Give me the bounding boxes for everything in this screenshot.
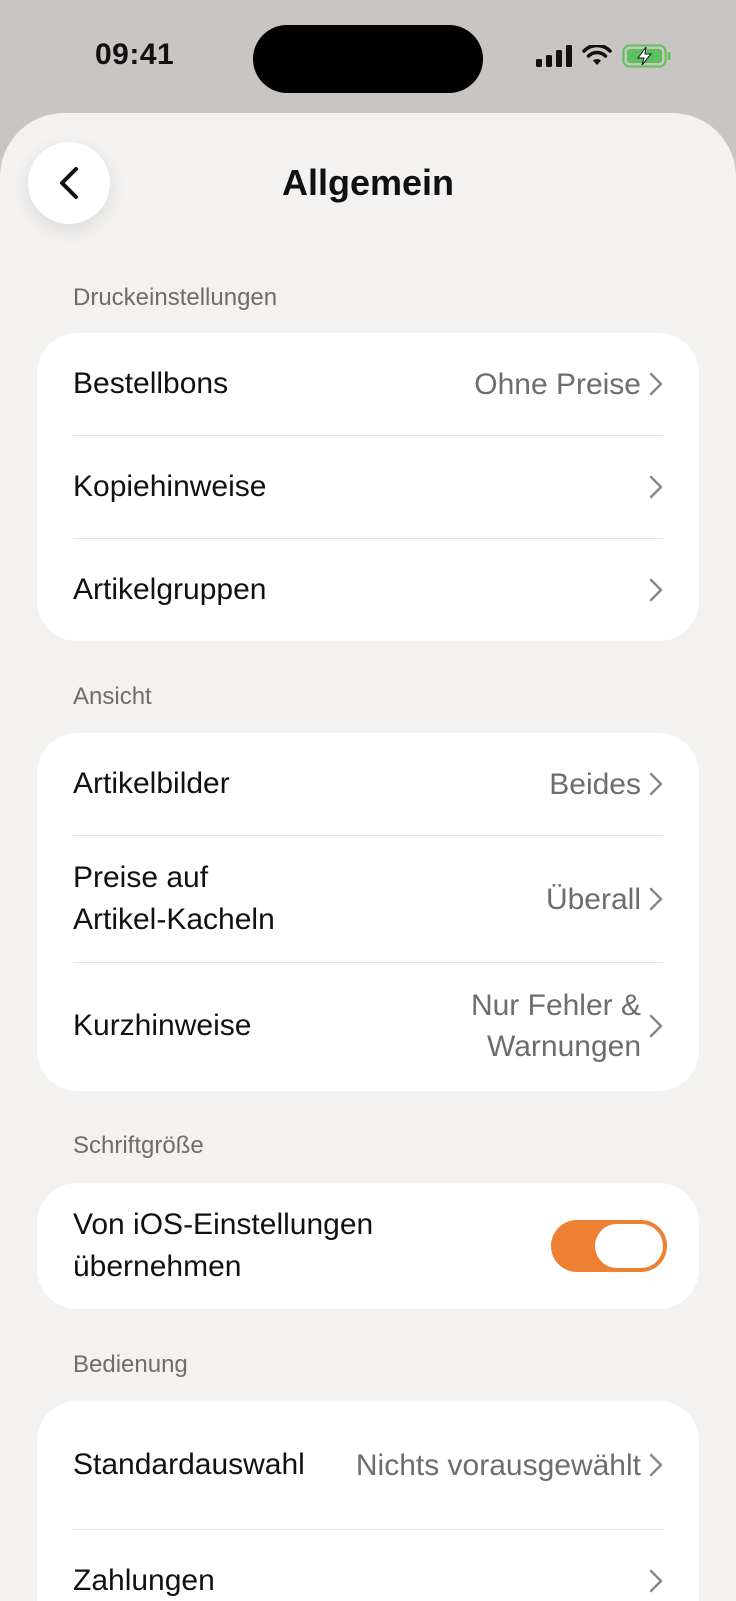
view-settings-card: Artikelbilder Beides Preise auf Artikel-… bbox=[37, 733, 699, 1091]
chevron-right-icon bbox=[649, 1569, 663, 1593]
row-label: Preise auf Artikel-Kacheln bbox=[73, 857, 275, 941]
row-value: Überall bbox=[545, 882, 641, 916]
row-label: Kopiehinweise bbox=[73, 470, 267, 503]
row-label: Artikelbilder bbox=[73, 767, 230, 800]
row-artikelbilder[interactable]: Artikelbilder Beides bbox=[37, 733, 699, 835]
chevron-right-icon bbox=[649, 887, 663, 911]
row-label-line2: übernehmen bbox=[73, 1250, 242, 1283]
row-kopiehinweise[interactable]: Kopiehinweise bbox=[37, 436, 699, 538]
operation-settings-card: Standardauswahl Nichts vorausgewählt Zah… bbox=[37, 1401, 699, 1601]
row-label-line2: Artikel-Kacheln bbox=[73, 903, 275, 936]
row-value-line2: Warnungen bbox=[487, 1030, 641, 1063]
row-standardauswahl[interactable]: Standardauswahl Nichts vorausgewählt bbox=[37, 1401, 699, 1529]
row-preise-kacheln[interactable]: Preise auf Artikel-Kacheln Überall bbox=[37, 836, 699, 962]
page-title: Allgemein bbox=[281, 162, 455, 203]
print-settings-card: Bestellbons Ohne Preise Kopiehinweise Ar… bbox=[37, 333, 699, 641]
chevron-right-icon bbox=[649, 1453, 663, 1477]
row-value: Nichts vorausgewählt bbox=[355, 1448, 641, 1482]
section-label-font: Schriftgröße bbox=[73, 1132, 204, 1159]
section-label-operation: Bedienung bbox=[73, 1351, 188, 1378]
toggle-knob bbox=[595, 1224, 663, 1268]
wifi-icon bbox=[582, 45, 612, 65]
font-settings-card: Von iOS-Einstellungen übernehmen bbox=[37, 1183, 699, 1309]
status-bar: 09:41 bbox=[0, 0, 736, 115]
row-label: Von iOS-Einstellungen übernehmen bbox=[73, 1204, 373, 1288]
chevron-right-icon bbox=[649, 372, 663, 396]
section-label-view: Ansicht bbox=[73, 683, 152, 710]
chevron-right-icon bbox=[649, 772, 663, 796]
row-value: Beides bbox=[549, 767, 641, 801]
row-kurzhinweise[interactable]: Kurzhinweise Nur Fehler & Warnungen bbox=[37, 963, 699, 1089]
row-label: Kurzhinweise bbox=[73, 1009, 252, 1042]
row-label-line1: Von iOS-Einstellungen bbox=[73, 1208, 374, 1241]
row-label: Zahlungen bbox=[73, 1564, 215, 1597]
row-label: Artikelgruppen bbox=[73, 573, 267, 606]
chevron-right-icon bbox=[649, 475, 663, 499]
row-artikelgruppen[interactable]: Artikelgruppen bbox=[37, 539, 699, 641]
status-icons bbox=[536, 44, 672, 68]
status-time: 09:41 bbox=[95, 38, 175, 71]
row-value: Nur Fehler & Warnungen bbox=[471, 985, 663, 1067]
row-value-line1: Nur Fehler & bbox=[470, 989, 641, 1022]
chevron-right-icon bbox=[649, 1014, 663, 1038]
row-zahlungen[interactable]: Zahlungen bbox=[37, 1530, 699, 1601]
dynamic-island bbox=[253, 25, 483, 93]
row-bestellbons[interactable]: Bestellbons Ohne Preise bbox=[37, 333, 699, 435]
row-label-line1: Preise auf bbox=[73, 861, 209, 894]
row-ios-font: Von iOS-Einstellungen übernehmen bbox=[37, 1183, 699, 1309]
battery-charging-icon bbox=[622, 44, 671, 68]
ios-font-toggle[interactable] bbox=[551, 1220, 667, 1272]
signal-icon bbox=[536, 45, 572, 67]
row-value: Ohne Preise bbox=[474, 367, 641, 401]
row-label: Bestellbons bbox=[73, 367, 229, 400]
section-label-print: Druckeinstellungen bbox=[73, 284, 278, 311]
row-label: Standardauswahl bbox=[73, 1448, 305, 1481]
chevron-right-icon bbox=[649, 578, 663, 602]
